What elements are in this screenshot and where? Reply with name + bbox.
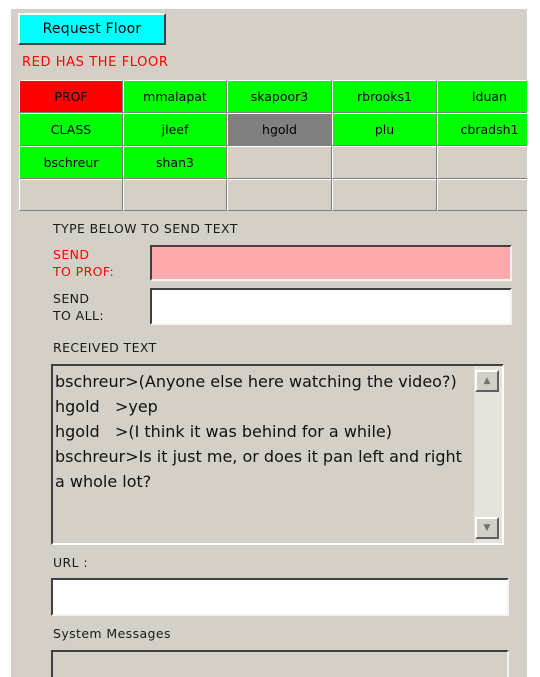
send-to-prof-label: SEND TO PROF: — [53, 246, 114, 280]
request-floor-button[interactable]: Request Floor — [18, 13, 166, 45]
scroll-up-button[interactable]: ▲ — [475, 370, 499, 392]
participant-cbradsh1[interactable]: cbradsh1 — [437, 113, 527, 146]
participant-empty-slot — [437, 179, 527, 211]
floor-control-panel: Request Floor RED HAS THE FLOOR PROF mmal… — [11, 9, 527, 677]
send-to-prof-label-line2: TO PROF: — [53, 264, 115, 279]
participant-prof[interactable]: PROF — [19, 80, 123, 113]
participant-lduan[interactable]: lduan — [437, 80, 527, 113]
participant-mmalapat[interactable]: mmalapat — [123, 80, 227, 113]
url-label: URL : — [53, 555, 88, 570]
participant-empty-slot — [332, 146, 437, 179]
floor-status-text: RED HAS THE FLOOR — [22, 55, 169, 70]
participant-grid: PROF mmalapat skapoor3 rbrooks1 lduan CLASS jl… — [19, 80, 527, 211]
participant-hgold[interactable]: hgold — [227, 113, 332, 146]
participant-jleef[interactable]: jleef — [123, 113, 227, 146]
participant-empty-slot — [332, 179, 437, 211]
participant-class[interactable]: CLASS — [19, 113, 123, 146]
send-text-heading: TYPE BELOW TO SEND TEXT — [53, 221, 238, 236]
send-to-prof-input[interactable] — [150, 245, 512, 281]
send-to-all-input[interactable] — [150, 288, 512, 325]
send-to-all-label-line1: SEND — [53, 291, 90, 306]
received-text-content: bschreur>(Anyone else here watching the … — [55, 372, 462, 491]
down-arrow-icon: ▼ — [483, 523, 491, 533]
participant-empty-slot — [123, 179, 227, 211]
received-text-area[interactable]: bschreur>(Anyone else here watching the … — [51, 364, 504, 545]
up-arrow-icon: ▲ — [483, 376, 491, 386]
received-text-heading: RECEIVED TEXT — [53, 340, 157, 355]
participant-bschreur[interactable]: bschreur — [19, 146, 123, 179]
send-to-prof-label-line1: SEND — [53, 247, 90, 262]
url-input[interactable] — [51, 578, 509, 616]
participant-empty-slot — [19, 179, 123, 211]
participant-rbrooks1[interactable]: rbrooks1 — [332, 80, 437, 113]
send-to-all-label-line2: TO ALL: — [53, 308, 104, 323]
participant-plu[interactable]: plu — [332, 113, 437, 146]
participant-empty-slot — [227, 146, 332, 179]
participant-empty-slot — [227, 179, 332, 211]
scroll-down-button[interactable]: ▼ — [475, 517, 499, 539]
received-scrollbar[interactable]: ▲ ▼ — [474, 366, 502, 543]
system-messages-box — [51, 650, 509, 677]
participant-empty-slot — [437, 146, 527, 179]
send-to-all-label: SEND TO ALL: — [53, 290, 104, 324]
participant-skapoor3[interactable]: skapoor3 — [227, 80, 332, 113]
system-messages-label: System Messages — [53, 626, 171, 641]
participant-shan3[interactable]: shan3 — [123, 146, 227, 179]
